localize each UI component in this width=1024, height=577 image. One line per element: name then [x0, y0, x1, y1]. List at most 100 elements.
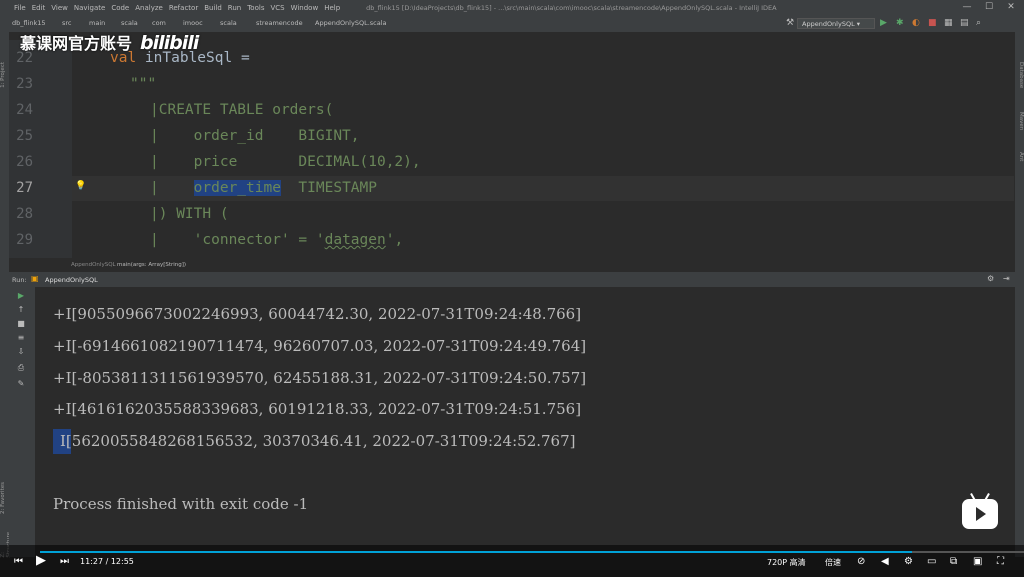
- settings-gear-icon[interactable]: ⚙: [987, 274, 994, 283]
- menu-navigate[interactable]: Navigate: [74, 4, 105, 12]
- crumb-main[interactable]: main: [89, 19, 105, 27]
- breadcrumb-method[interactable]: main(args: Array[String]): [117, 262, 186, 268]
- danmaku-icon[interactable]: ⊘: [857, 556, 865, 567]
- crumb-streamencode[interactable]: streamencode: [256, 19, 303, 27]
- line-number: 28: [16, 206, 33, 222]
- menu-help[interactable]: Help: [324, 4, 340, 12]
- hammer-icon[interactable]: ⚒: [786, 18, 794, 28]
- print-icon[interactable]: ⎙: [16, 363, 26, 372]
- project-structure-icon[interactable]: ▦: [944, 18, 953, 28]
- watermark-text: 慕课网官方账号: [20, 34, 133, 53]
- run-tab[interactable]: AppendOnlySQL: [45, 276, 98, 284]
- hide-panel-icon[interactable]: ⇥: [1003, 274, 1010, 283]
- time-display: 11:27 / 12:55: [80, 557, 134, 566]
- menu-vcs[interactable]: VCS: [270, 4, 284, 12]
- code-line-23: """: [130, 76, 157, 92]
- prev-icon[interactable]: ⏮: [14, 556, 23, 567]
- editor-breadcrumb: AppendOnlySQL main(args: Array[String]): [9, 258, 1015, 272]
- console-line: +I[9055096673002246993, 60044742.30, 202…: [53, 305, 582, 323]
- lightbulb-icon[interactable]: 💡: [75, 181, 86, 191]
- run-config-select[interactable]: AppendOnlySQL ▾: [797, 18, 875, 29]
- rerun-icon[interactable]: ▶: [16, 291, 26, 300]
- line-number: 24: [16, 102, 33, 118]
- bilibili-logo: bilibili: [140, 32, 199, 54]
- project-tool-tab[interactable]: 1: Project: [0, 62, 9, 88]
- minimize-icon[interactable]: —: [960, 2, 974, 13]
- close-icon[interactable]: ✕: [1004, 2, 1018, 13]
- ant-tool-tab[interactable]: Ant: [1016, 152, 1024, 161]
- menu-run[interactable]: Run: [228, 4, 241, 12]
- console-line: I[5620055848268156532, 30370346.41, 2022…: [60, 432, 576, 450]
- line-number: 29: [16, 232, 33, 248]
- play-icon[interactable]: ▶: [36, 553, 46, 568]
- coverage-icon[interactable]: ◐: [912, 18, 920, 28]
- line-number: 25: [16, 128, 33, 144]
- settings-icon[interactable]: ⚙: [904, 556, 913, 567]
- menu-view[interactable]: View: [51, 4, 68, 12]
- crumb-scala[interactable]: scala: [121, 19, 138, 27]
- editor-gutter: [9, 40, 72, 258]
- speed-button[interactable]: 倍速: [825, 557, 841, 568]
- console-line: +I[-6914661082190711474, 96260707.03, 20…: [53, 337, 587, 355]
- code-editor[interactable]: [72, 40, 1014, 258]
- menu-code[interactable]: Code: [111, 4, 129, 12]
- stop-icon[interactable]: ■: [928, 18, 937, 28]
- debug-icon[interactable]: ✱: [896, 18, 904, 28]
- menu-build[interactable]: Build: [204, 4, 222, 12]
- soft-wrap-icon[interactable]: ≡: [16, 333, 26, 342]
- menu-tools[interactable]: Tools: [247, 4, 264, 12]
- menu-refactor[interactable]: Refactor: [169, 4, 198, 12]
- search-icon[interactable]: ⌕: [976, 18, 981, 28]
- code-line-29: | 'connector' = 'datagen',: [150, 232, 404, 248]
- window-title: db_flink15 [D:\IdeaProjects\db_flink15] …: [366, 4, 777, 12]
- database-tool-tab[interactable]: Database: [1016, 62, 1024, 88]
- stop-icon[interactable]: ■: [16, 319, 26, 328]
- clipped-output-line: [48, 287, 608, 292]
- next-icon[interactable]: ⏭: [60, 556, 69, 567]
- crumb-scala-pkg[interactable]: scala: [220, 19, 237, 27]
- watermark: 慕课网官方账号 bilibili: [20, 30, 199, 54]
- line-number: 27: [16, 180, 33, 196]
- left-tool-stripe: 1: Project 2: Favorites Z: Structure: [0, 32, 12, 558]
- web-fullscreen-icon[interactable]: ▣: [973, 556, 982, 567]
- console-line: +I[4616162035588339683, 60191218.33, 202…: [53, 400, 582, 418]
- run-icon[interactable]: ▶: [880, 18, 887, 28]
- code-line-28: |) WITH (: [150, 206, 229, 222]
- pip-icon[interactable]: ▭: [927, 556, 936, 567]
- menu-edit[interactable]: Edit: [32, 4, 46, 12]
- process-finished-text: Process finished with exit code -1: [53, 495, 309, 513]
- menu-analyze[interactable]: Analyze: [135, 4, 163, 12]
- menu-window[interactable]: Window: [291, 4, 319, 12]
- fullscreen-icon[interactable]: ⛶: [997, 556, 1004, 567]
- scroll-to-end-icon[interactable]: ⇩: [16, 347, 26, 356]
- run-tab-icon: ▣: [31, 274, 39, 283]
- maximize-icon[interactable]: ☐: [982, 2, 996, 13]
- crumb-imooc[interactable]: imooc: [183, 19, 203, 27]
- right-tool-stripe: Database Maven Ant: [1015, 32, 1024, 557]
- selected-identifier: order_time: [193, 180, 281, 196]
- crumb-project[interactable]: db_flink15: [12, 19, 46, 27]
- progress-fill: [40, 551, 912, 553]
- video-player-bar: [0, 545, 1024, 577]
- code-line-26: | price DECIMAL(10,2),: [150, 154, 421, 170]
- sdk-icon[interactable]: ▤: [960, 18, 969, 28]
- crumb-src[interactable]: src: [62, 19, 72, 27]
- bilibili-tv-icon: [962, 493, 998, 529]
- maven-tool-tab[interactable]: Maven: [1016, 112, 1024, 130]
- pin-icon[interactable]: ✎: [16, 379, 26, 388]
- line-number: 26: [16, 154, 33, 170]
- breadcrumb-class[interactable]: AppendOnlySQL: [71, 262, 116, 268]
- code-line-24: |CREATE TABLE orders(: [150, 102, 334, 118]
- line-number: 23: [16, 76, 33, 92]
- menu-bar: File Edit View Navigate Code Analyze Ref…: [0, 0, 1024, 16]
- run-toolbar: ▶ ↑ ■ ≡ ⇩ ⎙ ✎: [9, 287, 35, 557]
- crumb-file[interactable]: AppendOnlySQL.scala: [315, 19, 387, 27]
- menu-file[interactable]: File: [14, 4, 26, 12]
- volume-icon[interactable]: ◀: [881, 556, 889, 567]
- favorites-tool-tab[interactable]: 2: Favorites: [0, 482, 9, 514]
- run-tool-header: Run: ▣ AppendOnlySQL ⚙ ⇥: [9, 272, 1015, 287]
- quality-button[interactable]: 720P 高清: [767, 557, 806, 568]
- widescreen-icon[interactable]: ⧉: [950, 556, 957, 567]
- arrow-up-icon[interactable]: ↑: [16, 305, 26, 314]
- crumb-com[interactable]: com: [152, 19, 166, 27]
